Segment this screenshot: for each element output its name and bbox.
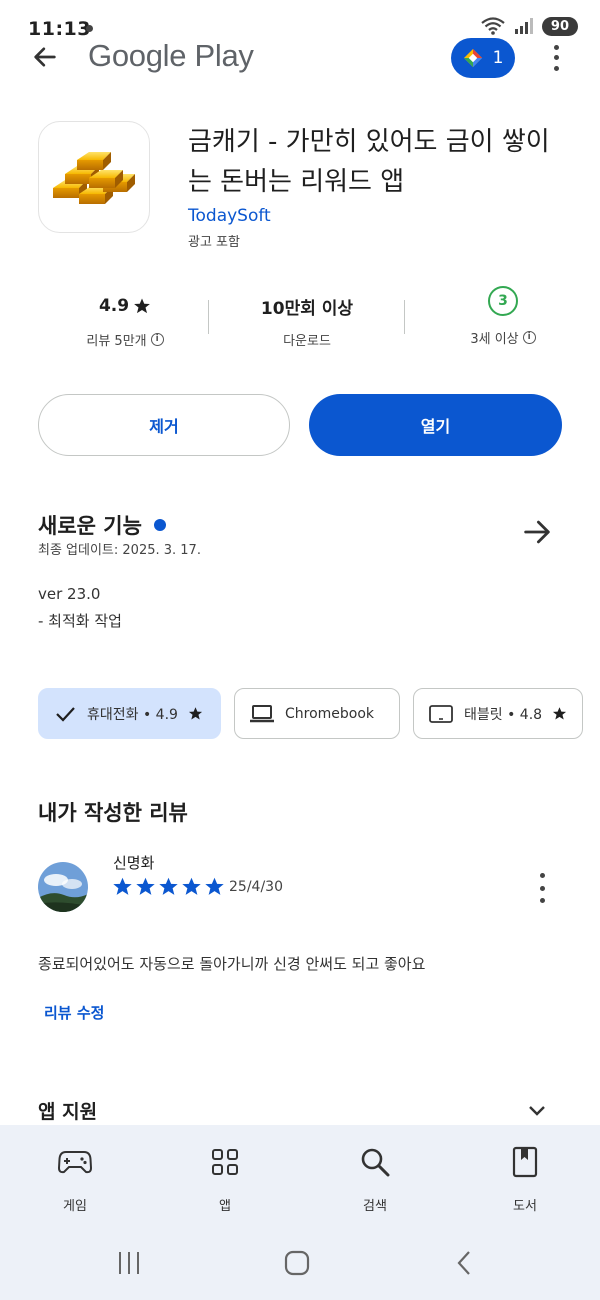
wifi-icon bbox=[481, 17, 505, 35]
expand-support-button[interactable] bbox=[525, 1098, 549, 1122]
recents-icon bbox=[119, 1252, 139, 1274]
divider bbox=[404, 300, 405, 334]
app-support-title[interactable]: 앱 지원 bbox=[38, 1097, 97, 1124]
open-button[interactable]: 열기 bbox=[309, 394, 562, 456]
nav-books[interactable]: 도서 bbox=[475, 1143, 575, 1214]
star-icon bbox=[205, 877, 224, 895]
notification-dot bbox=[86, 25, 93, 32]
last-updated: 최종 업데이트: 2025. 3. 17. bbox=[38, 543, 201, 558]
edit-review-link[interactable]: 리뷰 수정 bbox=[44, 1002, 104, 1023]
divider bbox=[208, 300, 209, 334]
arrow-forward-icon bbox=[524, 520, 550, 544]
rating-label: 리뷰 5만개 bbox=[86, 334, 147, 349]
nav-label: 도서 bbox=[513, 1199, 537, 1214]
new-indicator-dot bbox=[153, 519, 166, 531]
review-text: 종료되어있어도 자동으로 돌아가니까 신경 안써도 되고 좋아요 bbox=[38, 955, 426, 973]
info-icon: i bbox=[522, 331, 536, 344]
play-points-count: 1 bbox=[492, 48, 504, 68]
whats-new-title: 새로운 기능 bbox=[38, 514, 142, 538]
rating-value: 4.9 bbox=[98, 296, 130, 316]
tablet-icon bbox=[429, 704, 453, 723]
nav-apps[interactable]: 앱 bbox=[175, 1143, 275, 1214]
reviewer-name: 신명화 bbox=[113, 854, 155, 872]
nav-games[interactable]: 게임 bbox=[25, 1143, 125, 1214]
device-chip-label: Chromebook bbox=[285, 705, 375, 722]
more-vert-icon bbox=[553, 44, 559, 50]
status-icons: 90 bbox=[480, 16, 578, 36]
more-vert-icon bbox=[539, 873, 545, 878]
age-rating-badge: 3 bbox=[488, 286, 518, 316]
back-button[interactable] bbox=[28, 40, 62, 74]
apps-grid-icon bbox=[212, 1149, 238, 1175]
star-icon bbox=[182, 877, 201, 895]
star-icon bbox=[553, 707, 567, 720]
signal-icon bbox=[514, 18, 533, 34]
check-icon bbox=[56, 706, 75, 722]
book-icon bbox=[512, 1146, 538, 1178]
app-title: 금캐기 - 가만히 있어도 금이 쌓이는 돈버는 리워드 앱 bbox=[188, 127, 550, 197]
star-icon bbox=[136, 877, 155, 895]
gamepad-icon bbox=[58, 1151, 92, 1174]
device-chip-label: 휴대전화 • 4.9 bbox=[87, 706, 178, 723]
gold-bars-icon bbox=[53, 152, 135, 204]
uninstall-button[interactable]: 제거 bbox=[38, 394, 290, 456]
battery-indicator: 90 bbox=[541, 16, 578, 36]
device-chip-chromebook[interactable]: Chromebook bbox=[234, 688, 400, 739]
home-button[interactable] bbox=[282, 1248, 312, 1278]
more-options-button[interactable] bbox=[546, 42, 566, 74]
device-chip-phone[interactable]: 휴대전화 • 4.9 bbox=[38, 688, 221, 739]
review-more-button[interactable] bbox=[532, 873, 552, 903]
play-points-icon bbox=[463, 49, 482, 67]
app-icon bbox=[38, 121, 150, 233]
review-date: 25/4/30 bbox=[229, 879, 283, 895]
downloads-label: 다운로드 bbox=[283, 334, 331, 349]
device-chip-label: 태블릿 • 4.8 bbox=[464, 706, 543, 723]
nav-label: 앱 bbox=[219, 1199, 231, 1214]
release-note-line: - 최적화 작업 bbox=[38, 612, 122, 630]
recents-button[interactable] bbox=[114, 1248, 144, 1278]
star-icon bbox=[188, 707, 203, 720]
arrow-back-icon bbox=[34, 47, 56, 67]
nav-label: 게임 bbox=[63, 1199, 87, 1214]
nav-label: 검색 bbox=[363, 1199, 387, 1214]
review-stars bbox=[112, 876, 225, 897]
play-points-button[interactable]: 1 bbox=[451, 38, 515, 78]
info-icon: i bbox=[150, 333, 164, 346]
laptop-icon bbox=[250, 704, 274, 722]
content-rating-stat[interactable]: 3 3세 이상 i bbox=[418, 286, 588, 347]
whats-new-header[interactable]: 새로운 기능 bbox=[38, 510, 166, 540]
nav-search[interactable]: 검색 bbox=[325, 1143, 425, 1214]
star-icon bbox=[113, 877, 132, 895]
status-time: 11:13 bbox=[28, 18, 91, 40]
system-back-button[interactable] bbox=[450, 1248, 480, 1278]
downloads-stat: 10만회 이상 다운로드 bbox=[222, 294, 392, 350]
avatar-photo bbox=[38, 862, 88, 912]
whats-new-arrow-button[interactable] bbox=[520, 515, 554, 549]
release-note-line: ver 23.0 bbox=[38, 585, 101, 603]
my-review-title: 내가 작성한 리뷰 bbox=[38, 801, 188, 825]
star-icon bbox=[159, 877, 178, 895]
chevron-left-icon bbox=[457, 1251, 470, 1275]
star-icon bbox=[134, 298, 150, 314]
rating-stat[interactable]: 4.9 리뷰 5만개 i bbox=[40, 294, 210, 349]
downloads-value: 10만회 이상 bbox=[260, 298, 354, 319]
chevron-down-icon bbox=[529, 1106, 545, 1116]
google-play-logo-text: Google Play bbox=[88, 38, 254, 73]
search-icon bbox=[361, 1148, 390, 1177]
home-icon bbox=[284, 1250, 310, 1276]
avatar bbox=[38, 862, 88, 912]
contains-ads-label: 광고 포함 bbox=[188, 235, 240, 250]
age-rating-label: 3세 이상 bbox=[470, 332, 519, 347]
device-chip-tablet[interactable]: 태블릿 • 4.8 bbox=[413, 688, 583, 739]
developer-link[interactable]: TodaySoft bbox=[188, 206, 271, 226]
